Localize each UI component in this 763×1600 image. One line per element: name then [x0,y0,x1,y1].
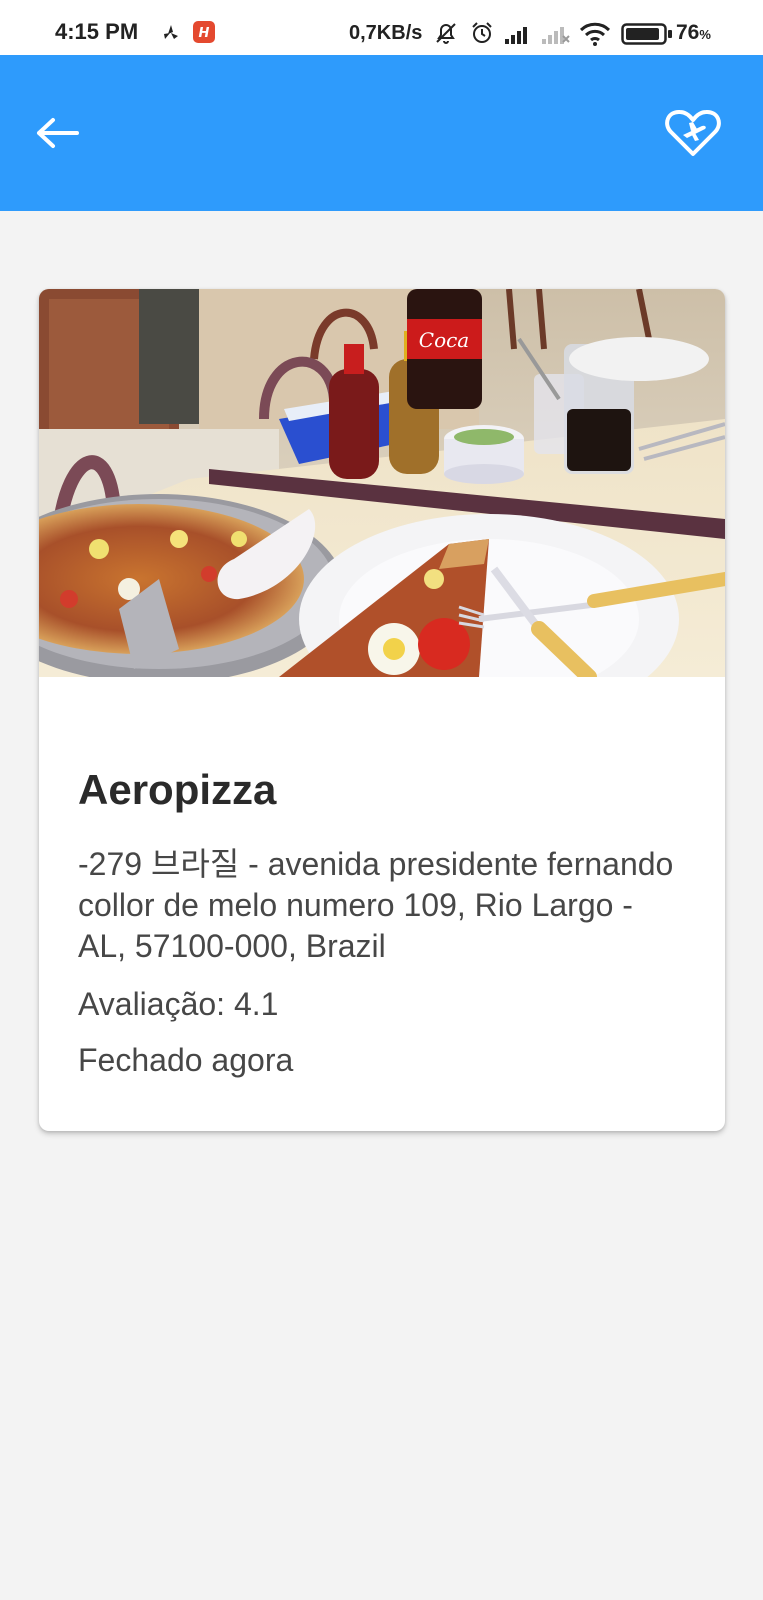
place-address: -279 브라질 - avenida presidente fernando c… [78,846,674,964]
signal-icon [505,27,527,44]
svg-text:Coca: Coca [419,328,469,352]
place-card[interactable]: Coca Aeropizza -279 브라질 - avenida presid… [39,289,725,1131]
pizza-restaurant-photo: Coca [39,289,725,677]
back-arrow-icon [37,118,79,148]
app-notification-icon: H [193,21,215,43]
status-bar: 4:15 PM H 0,7KB/s 76% [0,0,763,55]
mute-icon [436,23,456,44]
battery-icon [621,23,672,45]
favorite-button[interactable] [660,105,726,161]
network-speed: 0,7KB/s [349,22,423,44]
fan-icon [164,25,178,39]
back-button[interactable] [30,108,86,158]
app-bar [0,55,763,211]
place-open-status: Fechado agora [78,1042,294,1078]
place-name: Aeropizza [78,766,277,813]
status-time: 4:15 PM [55,19,139,44]
alarm-icon [472,22,492,43]
place-rating: Avaliação: 4.1 [78,986,279,1022]
heart-plane-icon [665,110,721,156]
no-signal-icon [542,27,570,44]
battery-percent: 76% [676,21,711,44]
wifi-icon [579,22,611,46]
svg-text:H: H [199,26,210,41]
